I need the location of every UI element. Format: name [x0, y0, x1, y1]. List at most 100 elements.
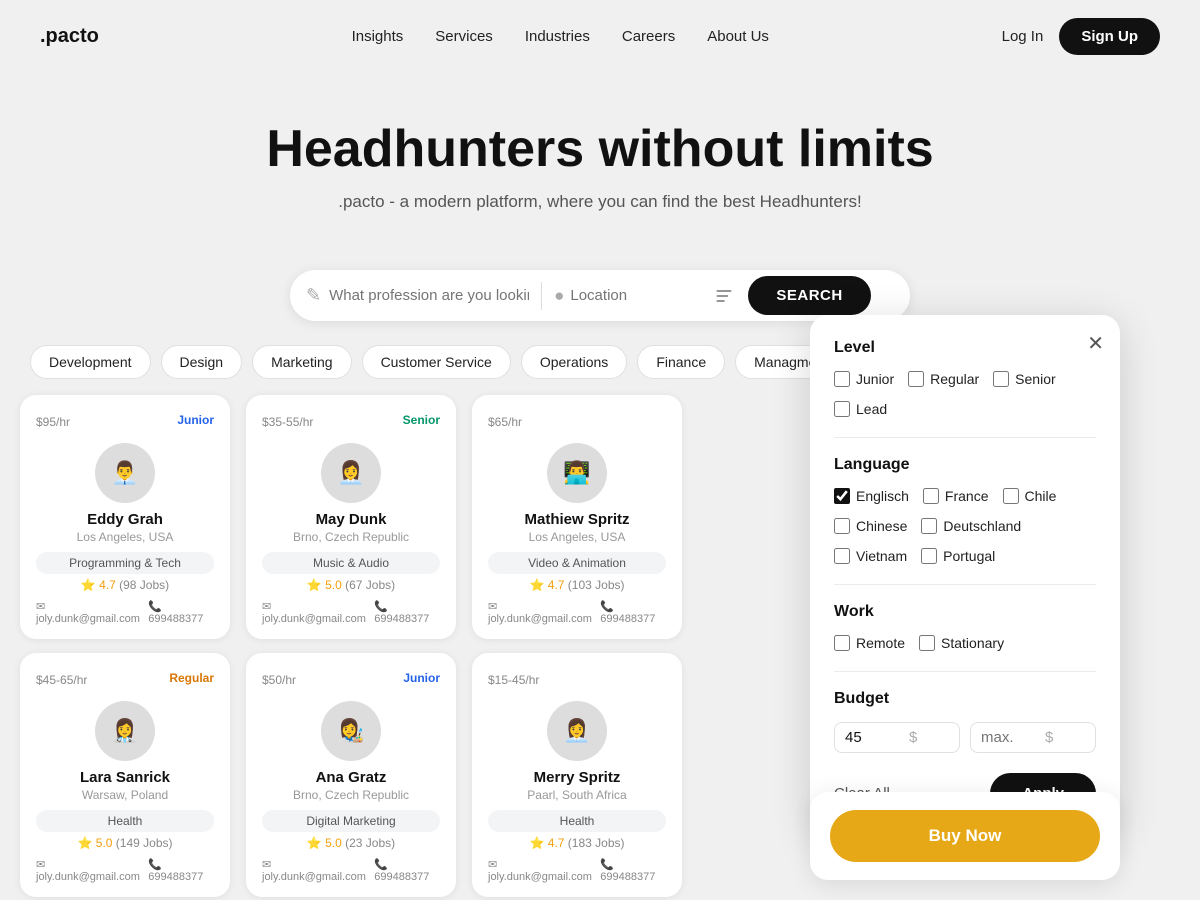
search-button[interactable]: SEARCH: [748, 276, 870, 315]
budget-max-input[interactable]: [981, 729, 1041, 746]
card-location: Los Angeles, USA: [488, 530, 666, 544]
card[interactable]: $45-65/hr Regular 👩‍⚕️ Lara Sanrick Wars…: [20, 653, 230, 897]
nav-careers[interactable]: Careers: [622, 28, 675, 45]
card-phone: 📞 699488377: [600, 600, 666, 625]
content-area: Development Design Marketing Customer Se…: [0, 321, 1200, 897]
profession-input[interactable]: [329, 287, 529, 304]
avatar-wrap: 👩‍🎨: [262, 701, 440, 761]
level-badge: Senior: [403, 413, 440, 427]
card-phone: 📞 699488377: [374, 600, 440, 625]
lang-checkbox-vietnam[interactable]: [834, 548, 850, 564]
lang-checkbox-portugal[interactable]: [921, 548, 937, 564]
avatar-wrap: 👩‍⚕️: [36, 701, 214, 761]
lang-checkbox-france[interactable]: [923, 488, 939, 504]
card-contact: ✉ joly.dunk@gmail.com 📞 699488377: [488, 600, 666, 625]
work-check-stationary[interactable]: Stationary: [919, 635, 1004, 651]
level-check-lead[interactable]: Lead: [834, 401, 887, 417]
level-badge: Regular: [169, 671, 214, 685]
navbar: .pacto Insights Services Industries Care…: [0, 0, 1200, 73]
work-checkbox-remote[interactable]: [834, 635, 850, 651]
level-check-junior[interactable]: Junior: [834, 371, 894, 387]
card-location: Brno, Czech Republic: [262, 788, 440, 802]
level-check-regular[interactable]: Regular: [908, 371, 979, 387]
nav-services[interactable]: Services: [435, 28, 493, 45]
pill-operations[interactable]: Operations: [521, 345, 627, 379]
card-location: Paarl, South Africa: [488, 788, 666, 802]
budget-row: $ $: [834, 722, 1096, 753]
avatar: 👩‍🎨: [321, 701, 381, 761]
avatar: 👨‍💻: [547, 443, 607, 503]
budget-min-input[interactable]: [845, 729, 905, 746]
card-rate: $95/hr: [36, 415, 70, 429]
level-check-senior[interactable]: Senior: [993, 371, 1055, 387]
card-email: ✉ joly.dunk@gmail.com: [36, 600, 142, 625]
work-checkbox-stationary[interactable]: [919, 635, 935, 651]
card-stars: ⭐ 4.7 (98 Jobs): [36, 578, 214, 592]
nav-industries[interactable]: Industries: [525, 28, 590, 45]
card-rate: $45-65/hr: [36, 673, 87, 687]
card-tag: Health: [488, 810, 666, 832]
card-phone: 📞 699488377: [600, 858, 666, 883]
location-input[interactable]: [570, 287, 700, 304]
hero-title: Headhunters without limits: [20, 121, 1180, 178]
clear-all-button[interactable]: Clear All: [834, 785, 890, 802]
nav-about[interactable]: About Us: [707, 28, 769, 45]
level-checkbox-junior[interactable]: [834, 371, 850, 387]
nav-insights[interactable]: Insights: [352, 28, 404, 45]
avatar: 👩‍💼: [321, 443, 381, 503]
card-stars: ⭐ 5.0 (67 Jobs): [262, 578, 440, 592]
logo[interactable]: .pacto: [40, 25, 99, 48]
filter-close-button[interactable]: ✕: [1087, 331, 1104, 356]
card-rate: $15-45/hr: [488, 673, 539, 687]
pill-finance[interactable]: Finance: [637, 345, 725, 379]
avatar-wrap: 👩‍💼: [488, 701, 666, 761]
apply-button[interactable]: Apply: [990, 773, 1096, 814]
card[interactable]: $50/hr Junior 👩‍🎨 Ana Gratz Brno, Czech …: [246, 653, 456, 897]
filter-divider-1: [834, 437, 1096, 438]
lang-checkbox-englisch[interactable]: [834, 488, 850, 504]
card-tag: Health: [36, 810, 214, 832]
lang-check-portugal[interactable]: Portugal: [921, 548, 995, 564]
card[interactable]: $95/hr Junior 👨‍💼 Eddy Grah Los Angeles,…: [20, 395, 230, 639]
card-phone: 📞 699488377: [148, 858, 214, 883]
avatar-wrap: 👨‍💻: [488, 443, 666, 503]
card-email: ✉ joly.dunk@gmail.com: [36, 858, 142, 883]
lang-checkbox-deutschland[interactable]: [921, 518, 937, 534]
level-checkbox-regular[interactable]: [908, 371, 924, 387]
lang-check-chile[interactable]: Chile: [1003, 488, 1057, 504]
search-icon: ✎: [306, 285, 321, 306]
card[interactable]: $15-45/hr 👩‍💼 Merry Spritz Paarl, South …: [472, 653, 682, 897]
card[interactable]: $35-55/hr Senior 👩‍💼 May Dunk Brno, Czec…: [246, 395, 456, 639]
level-checkbox-senior[interactable]: [993, 371, 1009, 387]
pill-development[interactable]: Development: [30, 345, 151, 379]
card-phone: 📞 699488377: [374, 858, 440, 883]
lang-checkbox-chile[interactable]: [1003, 488, 1019, 504]
filter-icon-button[interactable]: [706, 282, 742, 310]
nav-links: Insights Services Industries Careers Abo…: [159, 28, 962, 45]
pill-marketing[interactable]: Marketing: [252, 345, 351, 379]
signup-button[interactable]: Sign Up: [1059, 18, 1160, 55]
search-bar-area: ✎ ● SEARCH: [0, 270, 1200, 321]
location-icon: ●: [554, 286, 564, 306]
avatar-wrap: 👩‍💼: [262, 443, 440, 503]
avatar: 👨‍💼: [95, 443, 155, 503]
lang-check-chinese[interactable]: Chinese: [834, 518, 907, 534]
level-checkbox-lead[interactable]: [834, 401, 850, 417]
lang-check-deutschland[interactable]: Deutschland: [921, 518, 1021, 534]
card-name: Lara Sanrick: [36, 769, 214, 786]
card-email: ✉ joly.dunk@gmail.com: [262, 858, 368, 883]
card-tag: Video & Animation: [488, 552, 666, 574]
lang-checkbox-chinese[interactable]: [834, 518, 850, 534]
card-phone: 📞 699488377: [148, 600, 214, 625]
login-button[interactable]: Log In: [1002, 28, 1044, 45]
work-check-remote[interactable]: Remote: [834, 635, 905, 651]
lang-check-englisch[interactable]: Englisch: [834, 488, 909, 504]
avatar: 👩‍⚕️: [95, 701, 155, 761]
pill-customer-service[interactable]: Customer Service: [362, 345, 511, 379]
card[interactable]: $65/hr 👨‍💻 Mathiew Spritz Los Angeles, U…: [472, 395, 682, 639]
filter-divider-2: [834, 584, 1096, 585]
pill-design[interactable]: Design: [161, 345, 243, 379]
lang-check-france[interactable]: France: [923, 488, 989, 504]
lang-check-vietnam[interactable]: Vietnam: [834, 548, 907, 564]
filter-divider-3: [834, 671, 1096, 672]
